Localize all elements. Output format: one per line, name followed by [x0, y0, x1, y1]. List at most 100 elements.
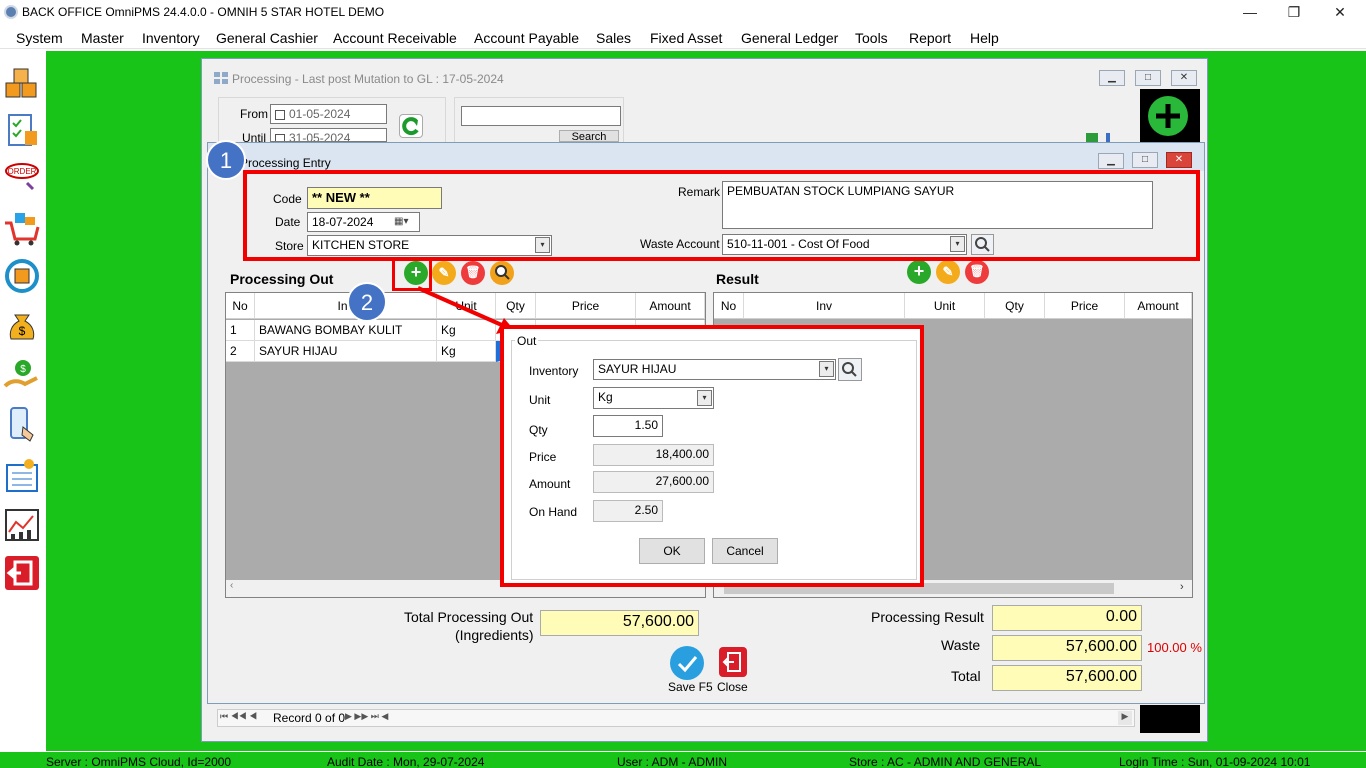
total-out-sublabel: (Ingredients)	[455, 627, 534, 643]
add-circle-icon	[1148, 96, 1188, 136]
processing-window-title: Processing - Last post Mutation to GL : …	[232, 72, 504, 86]
status-bar: Server : OmniPMS Cloud, Id=2000 Audit Da…	[0, 752, 1366, 768]
menu-system[interactable]: System	[16, 30, 63, 46]
status-audit-date: Audit Date : Mon, 29-07-2024	[327, 755, 485, 768]
callout-2: 2	[347, 282, 387, 322]
checklist-icon[interactable]	[3, 111, 41, 149]
svg-text:$: $	[20, 364, 26, 375]
record-count: Record 0 of 0	[273, 711, 346, 725]
out-row-1-no[interactable]: 1	[226, 320, 255, 341]
search-button[interactable]: Search	[559, 130, 619, 142]
menu-bar: System Master Inventory General Cashier …	[0, 25, 1366, 49]
black-panel	[1140, 705, 1200, 733]
qty-label: Qty	[529, 423, 548, 437]
inventory-label: Inventory	[529, 364, 579, 378]
boxes-icon[interactable]	[3, 63, 41, 101]
result-title: Result	[716, 271, 759, 287]
nav-first-prev-icons[interactable]: ⏮ ◀◀ ◀	[220, 711, 257, 722]
processing-result-label: Processing Result	[871, 609, 984, 625]
res-header-amount[interactable]: Amount	[1125, 293, 1192, 319]
out-row-2-no[interactable]: 2	[226, 341, 255, 362]
entry-title-bar: Processing Entry ▁ □ ✕	[208, 143, 1204, 171]
nav-next-last-icons[interactable]: ▶ ▶▶ ⏭ ◀	[345, 711, 388, 722]
total-out-value: 57,600.00	[540, 610, 699, 636]
menu-sales[interactable]: Sales	[596, 30, 631, 46]
menu-general-cashier[interactable]: General Cashier	[216, 30, 318, 46]
save-button[interactable]	[670, 646, 704, 680]
exit-door-icon	[722, 652, 741, 672]
res-header-no[interactable]: No	[714, 293, 744, 319]
inventory-dropdown-icon[interactable]: ▾	[819, 361, 834, 377]
refresh-button[interactable]	[399, 114, 423, 138]
menu-tools[interactable]: Tools	[855, 30, 888, 46]
add-result-button[interactable]: +	[907, 260, 931, 284]
out-row-2-inv[interactable]: SAYUR HIJAU	[255, 341, 437, 362]
menu-report[interactable]: Report	[909, 30, 951, 46]
bg-maximize-button[interactable]: □	[1135, 70, 1161, 86]
report-board-icon[interactable]	[3, 457, 41, 495]
total-value: 57,600.00	[992, 665, 1142, 691]
delete-result-button[interactable]: 🗑	[965, 260, 989, 284]
processing-result-value: 0.00	[992, 605, 1142, 631]
window-grid-icon	[214, 72, 228, 84]
sync-box-icon[interactable]	[3, 257, 41, 295]
cancel-button[interactable]: Cancel	[712, 538, 778, 564]
qty-input[interactable]: 1.50	[593, 415, 663, 437]
res-header-inv[interactable]: Inv	[744, 293, 905, 319]
col-header-price[interactable]: Price	[536, 293, 636, 319]
menu-master[interactable]: Master	[81, 30, 124, 46]
unit-select[interactable]: Kg	[593, 387, 714, 409]
refresh-icon	[402, 117, 419, 136]
menu-help[interactable]: Help	[970, 30, 999, 46]
save-label: Save F5	[668, 680, 713, 694]
entry-maximize-button[interactable]: □	[1132, 152, 1158, 168]
check-icon	[677, 656, 698, 673]
maximize-button[interactable]: ❐	[1279, 2, 1309, 22]
svg-text:$: $	[19, 324, 26, 338]
amount-field: 27,600.00	[593, 471, 714, 493]
res-header-price[interactable]: Price	[1045, 293, 1125, 319]
col-header-no[interactable]: No	[226, 293, 255, 319]
menu-general-ledger[interactable]: General Ledger	[741, 30, 838, 46]
edit-result-button[interactable]: ✎	[936, 260, 960, 284]
menu-account-payable[interactable]: Account Payable	[474, 30, 579, 46]
res-header-unit[interactable]: Unit	[905, 293, 985, 319]
exit-icon[interactable]	[3, 554, 41, 592]
close-window-button[interactable]: ✕	[1325, 2, 1355, 22]
entry-minimize-button[interactable]: ▁	[1098, 153, 1124, 169]
minimize-button[interactable]: —	[1235, 2, 1265, 22]
menu-inventory[interactable]: Inventory	[142, 30, 200, 46]
search-input[interactable]	[461, 106, 621, 126]
unit-dropdown-icon[interactable]: ▾	[697, 390, 712, 406]
status-login-time: Login Time : Sun, 01-09-2024 10:01	[1119, 755, 1311, 768]
menu-account-receivable[interactable]: Account Receivable	[333, 30, 457, 46]
ok-button[interactable]: OK	[639, 538, 705, 564]
entry-close-button[interactable]: ✕	[1166, 152, 1192, 168]
col-header-amount[interactable]: Amount	[636, 293, 705, 319]
from-label: From	[240, 107, 268, 121]
until-date-field[interactable]: 31-05-2024	[270, 128, 387, 142]
res-header-qty[interactable]: Qty	[985, 293, 1045, 319]
add-new-button[interactable]	[1140, 89, 1200, 145]
close-button[interactable]	[719, 647, 747, 677]
app-title: BACK OFFICE OmniPMS 24.4.0.0 - OMNIH 5 S…	[22, 5, 385, 19]
scroll-right-arrow[interactable]: ▶	[1118, 711, 1132, 725]
from-date-field[interactable]: 01-05-2024	[270, 104, 387, 124]
inventory-search-button[interactable]	[838, 358, 862, 381]
unit-label: Unit	[529, 393, 551, 407]
order-icon[interactable]: ORDER	[3, 161, 41, 199]
bg-minimize-button[interactable]: ▁	[1099, 70, 1125, 86]
analytics-chart-icon[interactable]	[3, 506, 41, 544]
out-row-2-unit[interactable]: Kg	[437, 341, 496, 362]
cart-icon[interactable]	[3, 209, 41, 247]
menu-fixed-asset[interactable]: Fixed Asset	[650, 30, 722, 46]
money-bag-icon[interactable]: $	[3, 307, 41, 345]
payment-hand-icon[interactable]: $	[3, 356, 41, 394]
waste-total-label: Waste	[941, 637, 981, 653]
bg-close-button[interactable]: ✕	[1171, 70, 1197, 86]
inventory-select[interactable]: SAYUR HIJAU	[593, 359, 836, 380]
out-group-label: Out	[515, 334, 539, 348]
total-label: Total	[951, 668, 981, 684]
status-user: User : ADM - ADMIN	[617, 755, 728, 768]
mobile-tap-icon[interactable]	[3, 405, 41, 443]
